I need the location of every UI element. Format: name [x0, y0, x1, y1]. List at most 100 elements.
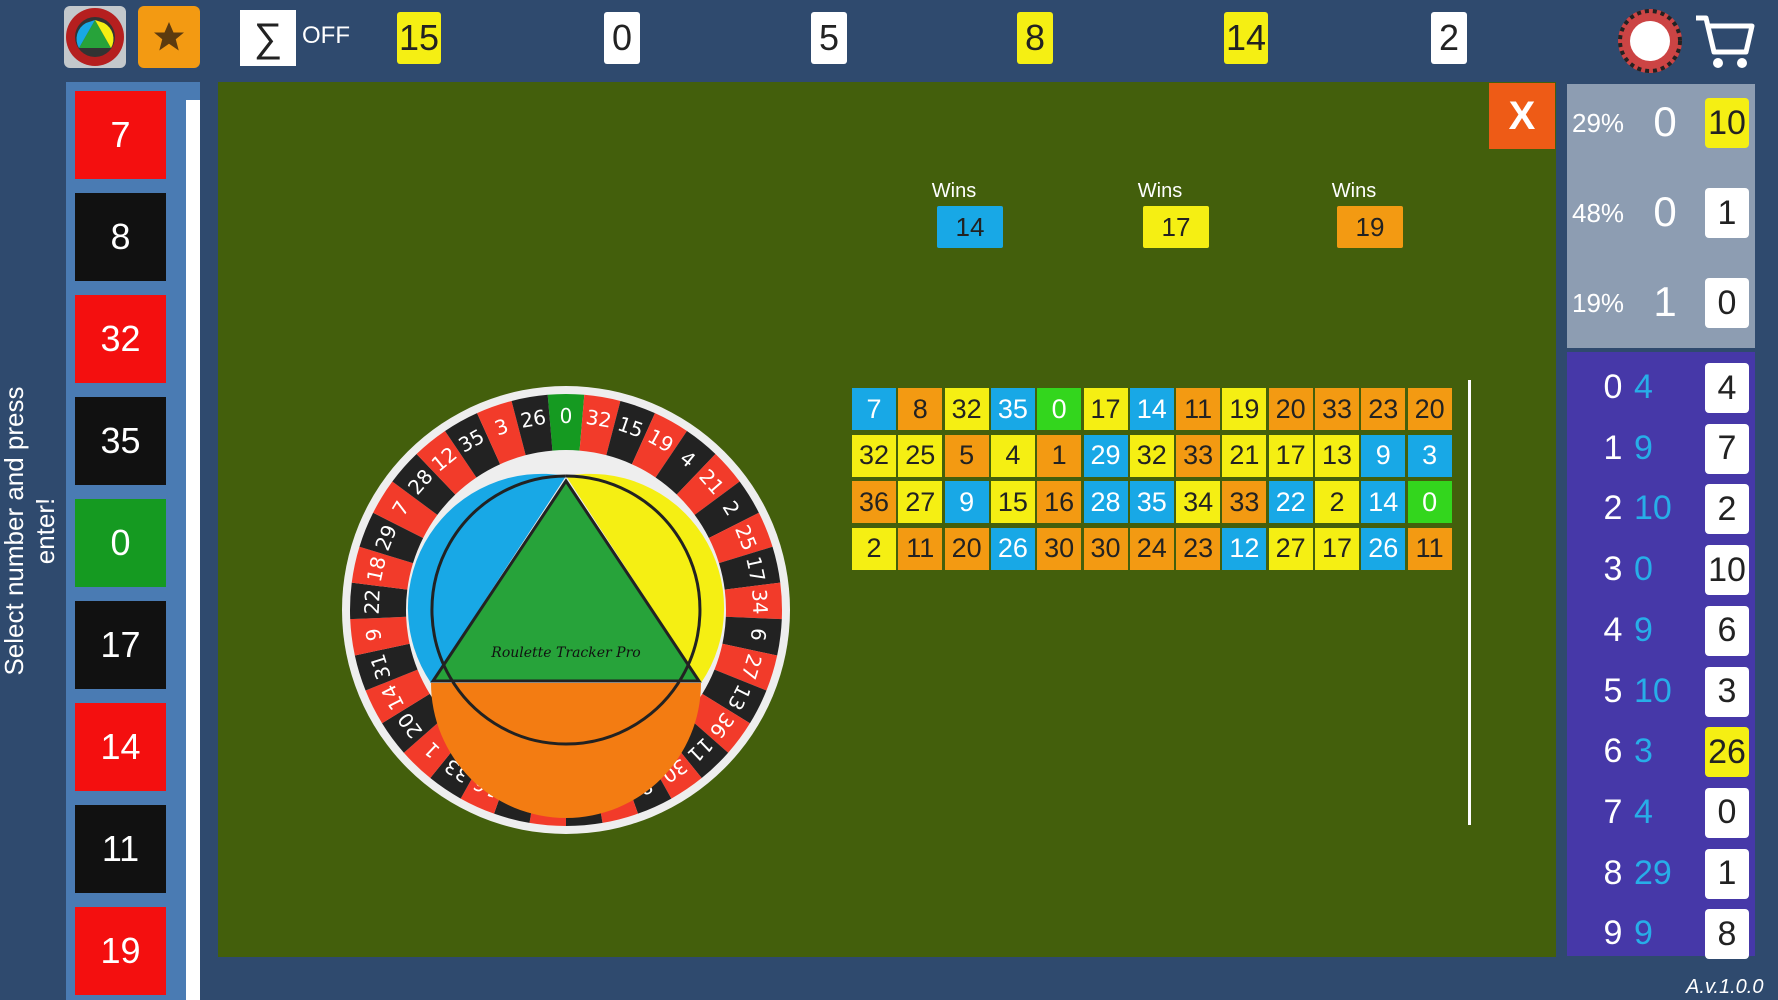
grid-cell: 9	[1361, 434, 1406, 477]
digit-box[interactable]: 4	[1705, 363, 1749, 413]
digit-label: 8	[1603, 853, 1623, 892]
grid-cell: 14	[1129, 388, 1174, 430]
digit-count: 4	[1634, 368, 1653, 406]
grid-cell: 24	[1129, 527, 1174, 570]
digit-box[interactable]: 10	[1705, 545, 1749, 596]
grid-cell: 11	[1176, 388, 1221, 430]
grid-cell: 16	[1037, 481, 1082, 523]
grid-cell: 7	[852, 388, 896, 430]
grid-cell: 36	[852, 481, 896, 523]
wheel-pocket-number: 22	[360, 589, 385, 615]
grid-cell: 2	[852, 527, 896, 570]
grid-cell: 29	[1083, 434, 1128, 477]
digit-count: 0	[1634, 550, 1653, 589]
roulette-logo-icon[interactable]	[64, 6, 126, 68]
grid-cell: 21	[1222, 434, 1267, 477]
history-number[interactable]: 17	[75, 601, 166, 689]
history-number[interactable]: 35	[75, 397, 166, 485]
grid-cell: 4	[990, 434, 1035, 477]
grid-cell: 20	[1407, 388, 1452, 430]
stat-value: 0	[1653, 188, 1677, 235]
grid-cell: 35	[990, 388, 1035, 430]
grid-cell: 20	[944, 527, 989, 570]
history-number[interactable]: 7	[75, 91, 166, 179]
grid-cell: 5	[944, 434, 989, 477]
stat-box[interactable]: 10	[1705, 98, 1749, 148]
grid-cell: 27	[1268, 527, 1313, 570]
digit-box[interactable]: 1	[1705, 848, 1749, 899]
digit-box[interactable]: 8	[1705, 909, 1749, 960]
digit-box[interactable]: 2	[1705, 484, 1749, 535]
grid-cell: 30	[1037, 527, 1082, 570]
recent-number[interactable]: 0	[604, 12, 640, 64]
recent-number[interactable]: 8	[1017, 12, 1053, 64]
cart-icon[interactable]	[1692, 8, 1758, 74]
version-label: A.v.1.0.0	[1686, 976, 1764, 998]
grid-cell: 11	[1407, 527, 1452, 570]
wheel-pocket-number: 34	[747, 589, 772, 615]
digit-box[interactable]: 7	[1705, 423, 1749, 474]
history-number[interactable]: 32	[75, 295, 166, 383]
close-button[interactable]: X	[1489, 83, 1555, 149]
grid-cell: 12	[1222, 527, 1267, 570]
favorites-star-icon[interactable]	[138, 6, 200, 68]
grid-cell: 32	[852, 434, 896, 477]
wheel-pocket-number: 0	[560, 404, 573, 428]
digit-label: 0	[1603, 368, 1623, 406]
digit-box[interactable]: 0	[1705, 787, 1749, 838]
wheel-pocket-number: 26	[519, 405, 548, 433]
grid-cell: 32	[1129, 434, 1174, 477]
grid-cell: 0	[1407, 481, 1452, 523]
stat-percent: 29%	[1572, 108, 1625, 138]
digit-label: 1	[1603, 428, 1623, 467]
grid-cell: 1	[1037, 434, 1082, 477]
grid-cell: 19	[1222, 388, 1267, 430]
input-hint-label: Select number and press enter!	[0, 386, 60, 676]
wins-value: 14	[937, 206, 1003, 248]
recent-number[interactable]: 14	[1224, 12, 1268, 64]
digit-label: 4	[1603, 610, 1623, 649]
grid-cell: 34	[1176, 481, 1221, 523]
recent-number[interactable]: 2	[1431, 12, 1467, 64]
history-scrollbar[interactable]	[186, 100, 200, 1000]
digit-box[interactable]: 6	[1705, 605, 1749, 656]
history-number[interactable]: 0	[75, 499, 166, 587]
stat-value: 1	[1653, 278, 1677, 325]
roulette-wheel-icon[interactable]	[1617, 8, 1683, 74]
wins-value: 17	[1143, 206, 1209, 248]
stat-percent: 48%	[1572, 198, 1625, 228]
sum-toggle-button[interactable]: ∑	[240, 10, 296, 66]
stat-box[interactable]: 1	[1705, 188, 1749, 238]
recent-number[interactable]: 5	[811, 12, 847, 64]
digit-count: 9	[1634, 610, 1653, 649]
digit-box[interactable]: 3	[1705, 666, 1749, 717]
digit-count: 4	[1634, 792, 1653, 831]
recent-number[interactable]: 15	[397, 12, 441, 64]
history-number[interactable]: 19	[75, 907, 166, 995]
wheel-brand-text: Roulette Tracker Pro	[490, 645, 640, 661]
grid-cell: 9	[944, 481, 989, 523]
history-number[interactable]: 8	[75, 193, 166, 281]
grid-cell: 23	[1176, 527, 1221, 570]
grid-cell: 15	[990, 481, 1035, 523]
digit-box[interactable]: 26	[1705, 727, 1749, 778]
history-number[interactable]: 11	[75, 805, 166, 893]
digit-label: 2	[1603, 489, 1623, 528]
digit-label: 5	[1603, 671, 1623, 710]
digit-count: 29	[1634, 853, 1672, 892]
grid-cell: 35	[1129, 481, 1174, 523]
stat-box[interactable]: 0	[1705, 278, 1749, 328]
grid-cell: 23	[1361, 388, 1406, 430]
roulette-wheel-graphic: 0321519421225173462713361130823105241633…	[342, 386, 790, 834]
grid-cell: 11	[898, 527, 943, 570]
grid-cell: 26	[990, 527, 1035, 570]
grid-cell: 14	[1361, 481, 1406, 523]
grid-cell: 13	[1315, 434, 1359, 477]
grid-cell: 17	[1083, 388, 1128, 430]
grid-scrollbar[interactable]	[1468, 380, 1471, 825]
grid-cell: 25	[898, 434, 943, 477]
grid-cell: 30	[1083, 527, 1128, 570]
history-number[interactable]: 14	[75, 703, 166, 791]
grid-cell: 32	[944, 388, 989, 430]
grid-cell: 28	[1083, 481, 1128, 523]
